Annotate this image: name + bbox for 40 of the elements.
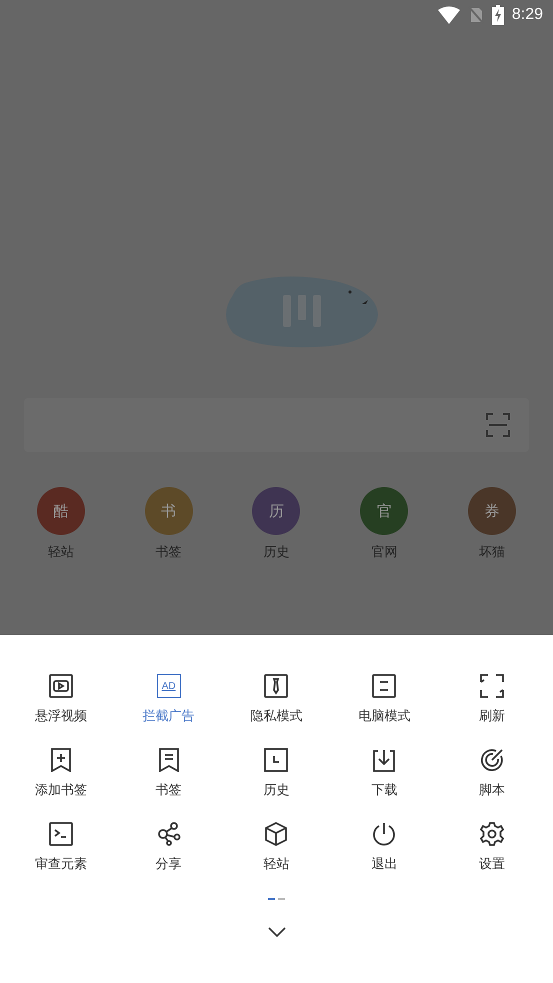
share-icon[interactable] xyxy=(156,822,181,846)
script-icon[interactable] xyxy=(480,748,504,772)
terminal-icon[interactable] xyxy=(48,822,73,846)
wifi-icon xyxy=(438,6,460,24)
refresh-icon[interactable] xyxy=(480,674,504,698)
search-field[interactable] xyxy=(24,398,529,452)
battery-charging-icon xyxy=(492,5,504,25)
chevron-down-icon[interactable] xyxy=(268,927,286,937)
menu-label[interactable]: 刷新 xyxy=(479,709,506,725)
shortcut-icon[interactable]: 官 xyxy=(360,487,408,535)
ad-icon[interactable]: AD xyxy=(156,674,181,698)
menu-label[interactable]: 脚本 xyxy=(479,783,506,799)
video-icon[interactable] xyxy=(48,674,73,698)
menu-label[interactable]: 审查元素 xyxy=(34,857,87,873)
menu-label[interactable]: 添加书签 xyxy=(34,783,87,799)
bookmark-add-icon[interactable] xyxy=(48,748,73,772)
menu-label[interactable]: 历史 xyxy=(263,783,290,799)
power-icon[interactable] xyxy=(372,822,396,846)
status-time: 8:29 xyxy=(512,6,543,24)
menu-label[interactable]: 书签 xyxy=(156,783,182,799)
scan-icon[interactable] xyxy=(486,413,510,437)
menu-label[interactable]: 悬浮视频 xyxy=(34,709,87,725)
history-icon[interactable] xyxy=(264,748,288,772)
tie-icon[interactable] xyxy=(264,674,288,698)
menu-label[interactable]: 下载 xyxy=(371,783,398,799)
menu-label[interactable]: 退出 xyxy=(371,857,398,873)
menu-label[interactable]: 拦截广告 xyxy=(142,709,195,725)
menu-label[interactable]: 电脑模式 xyxy=(358,709,410,725)
menu-label[interactable]: 轻站 xyxy=(263,857,290,873)
desktop-icon[interactable] xyxy=(372,674,396,698)
shortcut-icon[interactable]: 酷 xyxy=(36,487,85,535)
download-icon[interactable] xyxy=(372,748,396,772)
shortcut-icon[interactable]: 券 xyxy=(468,487,516,535)
menu-label[interactable]: 分享 xyxy=(156,857,182,873)
shortcut-icon[interactable]: 历 xyxy=(252,487,300,535)
bookmark-icon[interactable] xyxy=(156,748,181,772)
cube-icon[interactable] xyxy=(264,822,288,846)
menu-label[interactable]: 隐私模式 xyxy=(250,709,302,725)
menu-label[interactable]: 设置 xyxy=(479,857,506,873)
gear-icon[interactable] xyxy=(480,822,504,846)
